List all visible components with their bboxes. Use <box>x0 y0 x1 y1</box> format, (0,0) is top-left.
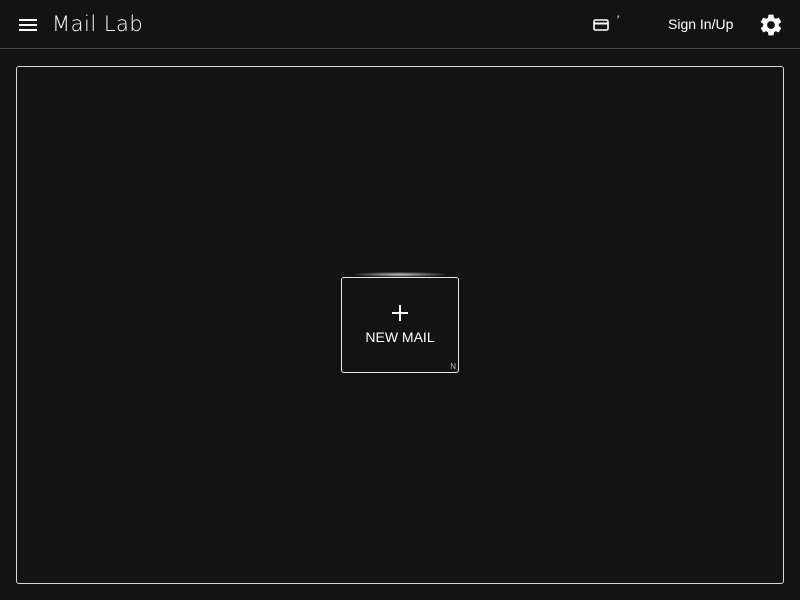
gear-icon[interactable] <box>758 12 784 38</box>
credit-value: ′ <box>617 13 620 27</box>
app-title: Mail Lab <box>52 12 144 36</box>
new-mail-button[interactable]: NEW MAIL N <box>341 277 459 373</box>
new-mail-label: NEW MAIL <box>365 329 435 345</box>
plus-icon <box>392 305 408 321</box>
new-mail-shortcut-hint: N <box>450 362 456 371</box>
hamburger-menu-icon[interactable] <box>14 11 42 39</box>
sign-in-button[interactable]: Sign In/Up <box>668 14 733 34</box>
credit-card-icon[interactable] <box>593 17 609 33</box>
top-bar: Mail Lab ′ Sign In/Up <box>0 0 800 49</box>
